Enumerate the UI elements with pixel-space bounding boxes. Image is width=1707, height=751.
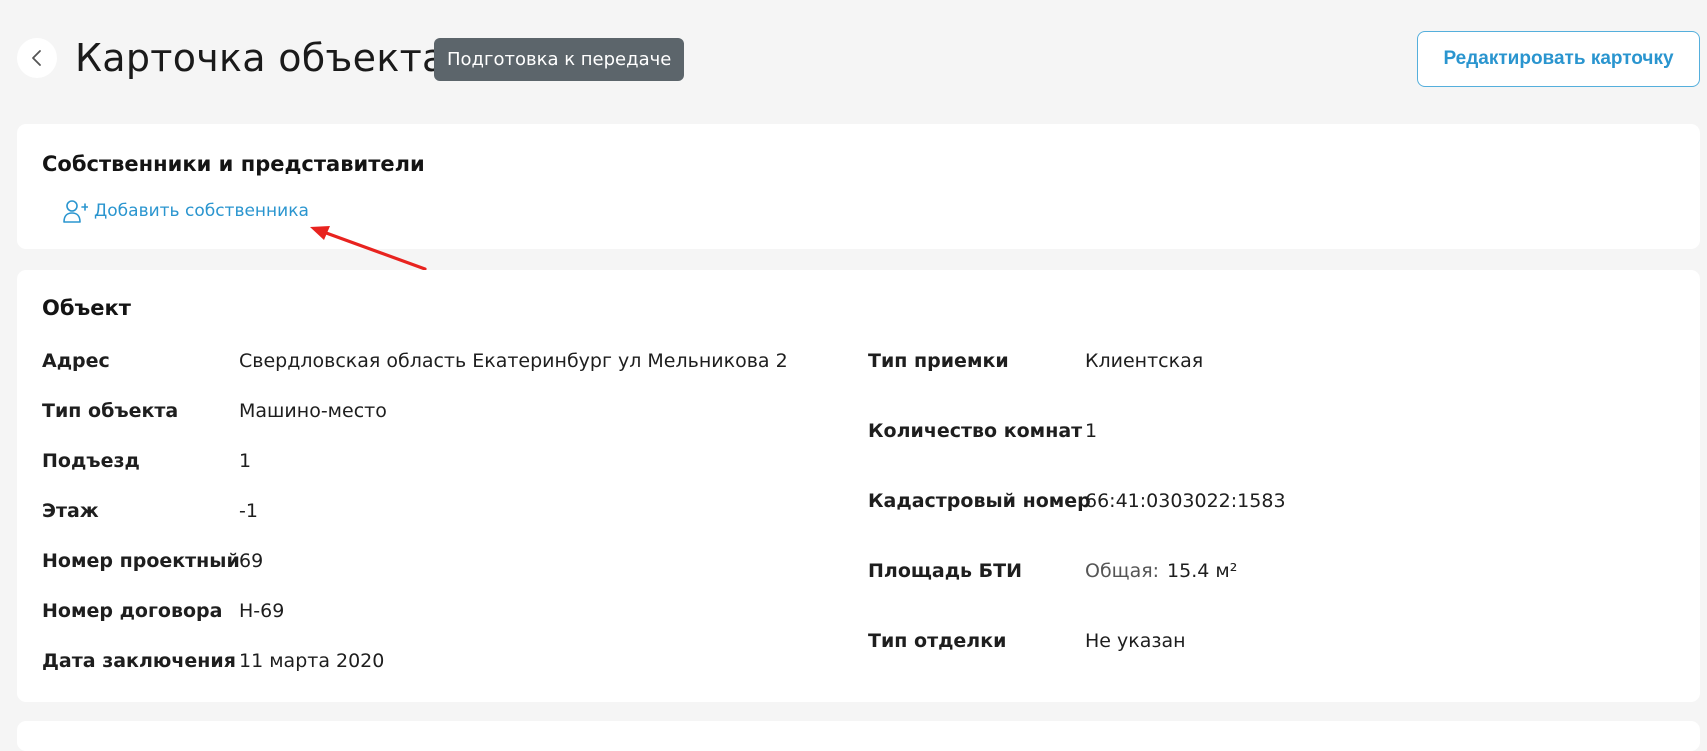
- address-label: Адрес: [42, 350, 110, 372]
- user-plus-icon: [63, 200, 88, 223]
- rooms-count-label: Количество комнат: [868, 420, 1083, 442]
- contract-date-value: 11 марта 2020: [239, 650, 385, 672]
- project-number-label: Номер проектный: [42, 550, 240, 572]
- next-section-card: [17, 721, 1700, 751]
- total-area-label: Общая:: [1085, 560, 1160, 582]
- cadastral-number-value: 66:41:0303022:1583: [1085, 490, 1286, 512]
- page-header: Карточка объекта Подготовка к передаче Р…: [0, 0, 1707, 120]
- contract-number-label: Номер договора: [42, 600, 223, 622]
- floor-value: -1: [239, 500, 258, 522]
- acceptance-type-label: Тип приемки: [868, 350, 1009, 372]
- add-owner-label: Добавить собственника: [94, 201, 309, 221]
- status-badge: Подготовка к передаче: [434, 38, 685, 81]
- rooms-count-value: 1: [1085, 420, 1098, 442]
- contract-date-label: Дата заключения: [42, 650, 236, 672]
- project-number-value: 69: [239, 550, 264, 572]
- object-card: Объект Адрес Свердловская область Екатер…: [17, 270, 1700, 702]
- address-value: Свердловская область Екатеринбург ул Мел…: [239, 350, 788, 372]
- bti-area-value-group: Общая: 15.4 м²: [1085, 560, 1237, 582]
- entrance-label: Подъезд: [42, 450, 140, 472]
- bti-area-label: Площадь БТИ: [868, 560, 1023, 582]
- cadastral-number-label: Кадастровый номер: [868, 490, 1091, 512]
- acceptance-type-value: Клиентская: [1085, 350, 1204, 372]
- edit-card-button[interactable]: Редактировать карточку: [1417, 31, 1700, 87]
- finish-type-value: Не указан: [1085, 630, 1186, 652]
- contract-number-value: Н-69: [239, 600, 285, 622]
- object-type-value: Машино-место: [239, 400, 387, 422]
- owners-section-title: Собственники и представители: [42, 152, 425, 176]
- chevron-left-icon: [32, 50, 41, 66]
- owners-card: Собственники и представители Добавить со…: [17, 124, 1700, 249]
- total-area-value: 15.4 м²: [1167, 560, 1238, 582]
- object-section-title: Объект: [42, 296, 131, 320]
- back-button[interactable]: [17, 38, 57, 78]
- finish-type-label: Тип отделки: [868, 630, 1007, 652]
- page-title: Карточка объекта: [75, 36, 446, 80]
- add-owner-link[interactable]: Добавить собственника: [62, 196, 309, 226]
- object-type-label: Тип объекта: [42, 400, 179, 422]
- floor-label: Этаж: [42, 500, 99, 522]
- entrance-value: 1: [239, 450, 252, 472]
